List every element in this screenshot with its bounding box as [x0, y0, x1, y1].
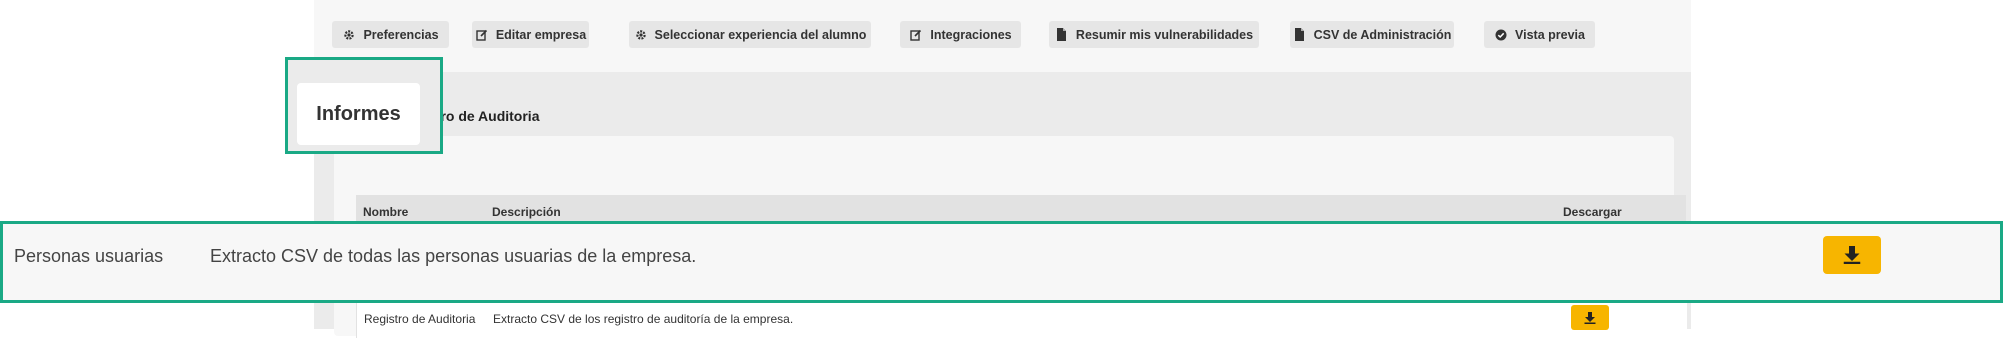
- integrations-button[interactable]: Integraciones: [900, 21, 1021, 48]
- edit-icon: [475, 28, 489, 42]
- admin-csv-label: CSV de Administración: [1313, 27, 1452, 42]
- tab-reports-label: Informes: [316, 102, 401, 125]
- download-users-button[interactable]: [1823, 236, 1881, 274]
- admin-csv-button[interactable]: CSV de Administración: [1290, 21, 1454, 48]
- column-header-name: Nombre: [363, 205, 409, 219]
- gear-icon: [634, 28, 648, 42]
- summarize-vulnerabilities-button[interactable]: Resumir mis vulnerabilidades: [1049, 21, 1259, 48]
- integrations-label: Integraciones: [930, 27, 1012, 42]
- highlight-box-users-row: Personas usuarias Extracto CSV de todas …: [0, 221, 2003, 303]
- file-icon: [1055, 28, 1069, 42]
- preferences-label: Preferencias: [363, 27, 439, 42]
- download-icon: [1584, 311, 1596, 324]
- select-student-experience-button[interactable]: Seleccionar experiencia del alumno: [629, 21, 871, 48]
- edit-company-button[interactable]: Editar empresa: [472, 21, 589, 48]
- column-header-description: Descripción: [492, 205, 561, 219]
- check-circle-icon: [1494, 28, 1508, 42]
- toolbar: Preferencias Editar empresa Seleccionar …: [314, 0, 1691, 72]
- select-student-experience-label: Seleccionar experiencia del alumno: [654, 27, 867, 42]
- row-name: Personas usuarias: [14, 246, 164, 266]
- row-description: Extracto CSV de los registro de auditorí…: [493, 312, 794, 326]
- download-audit-log-button[interactable]: [1571, 305, 1609, 330]
- summarize-vulnerabilities-label: Resumir mis vulnerabilidades: [1075, 27, 1254, 42]
- preview-button[interactable]: Vista previa: [1484, 21, 1595, 48]
- highlight-box-active-tab: Informes: [285, 57, 443, 154]
- column-header-download: Descargar: [1563, 205, 1622, 219]
- row-description: Extracto CSV de todas las personas usuar…: [210, 246, 697, 266]
- preview-label: Vista previa: [1515, 27, 1585, 42]
- gear-icon: [342, 28, 356, 42]
- table-row: Registro de Auditoria Extracto CSV de lo…: [356, 298, 1687, 338]
- edit-icon: [909, 28, 923, 42]
- tab-reports[interactable]: Informes: [297, 83, 420, 145]
- download-icon: [1843, 246, 1861, 264]
- edit-company-label: Editar empresa: [495, 27, 587, 42]
- tab-audit-log-label: stro de Auditoria: [428, 108, 540, 124]
- row-name: Registro de Auditoria: [364, 312, 476, 326]
- file-icon: [1293, 28, 1307, 42]
- preferences-button[interactable]: Preferencias: [332, 21, 449, 48]
